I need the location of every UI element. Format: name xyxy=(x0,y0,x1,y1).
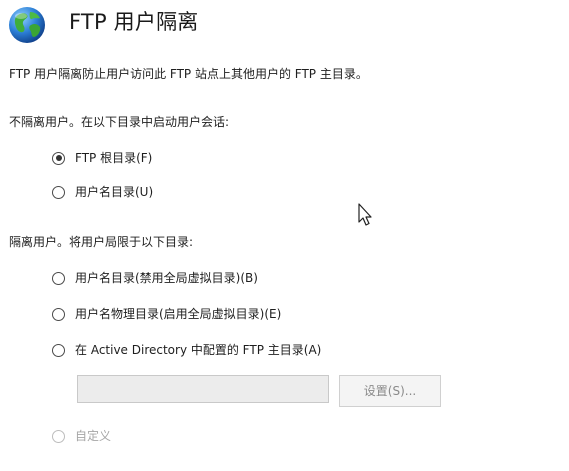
radio-label: FTP 根目录(F) xyxy=(75,151,153,165)
ftp-user-isolation-page: FTP 用户隔离 FTP 用户隔离防止用户访问此 FTP 站点上其他用户的 FT… xyxy=(0,0,569,471)
radio-active-directory-home[interactable]: 在 Active Directory 中配置的 FTP 主目录(A) xyxy=(52,341,321,359)
settings-button[interactable]: 设置(S)... xyxy=(339,375,441,407)
radio-label: 用户名目录(U) xyxy=(75,185,154,199)
radio-button[interactable] xyxy=(52,185,65,199)
radio-button[interactable] xyxy=(52,343,65,357)
radio-button-checked[interactable] xyxy=(52,151,65,165)
page-title: FTP 用户隔离 xyxy=(69,10,199,34)
radio-label: 自定义 xyxy=(75,429,112,443)
radio-ftp-root-directory[interactable]: FTP 根目录(F) xyxy=(52,149,152,167)
radio-user-name-directory[interactable]: 用户名目录(U) xyxy=(52,183,153,201)
globe-icon xyxy=(9,7,45,43)
mouse-pointer-icon xyxy=(358,203,372,226)
radio-label: 用户名目录(禁用全局虚拟目录)(B) xyxy=(75,271,258,285)
radio-button-disabled[interactable] xyxy=(52,429,65,443)
page-description: FTP 用户隔离防止用户访问此 FTP 站点上其他用户的 FTP 主目录。 xyxy=(9,67,368,81)
radio-label: 在 Active Directory 中配置的 FTP 主目录(A) xyxy=(75,343,322,357)
radio-button[interactable] xyxy=(52,271,65,285)
isolation-section-label: 隔离用户。将用户局限于以下目录: xyxy=(9,235,194,249)
radio-label: 用户名物理目录(启用全局虚拟目录)(E) xyxy=(75,307,282,321)
radio-user-name-physical-directory[interactable]: 用户名物理目录(启用全局虚拟目录)(E) xyxy=(52,305,281,323)
no-isolation-section-label: 不隔离用户。在以下目录中启动用户会话: xyxy=(9,115,230,129)
active-directory-path-field[interactable] xyxy=(77,375,329,403)
radio-user-name-directory-disable-global-vdirs[interactable]: 用户名目录(禁用全局虚拟目录)(B) xyxy=(52,269,258,287)
radio-button[interactable] xyxy=(52,307,65,321)
radio-custom[interactable]: 自定义 xyxy=(52,427,111,445)
